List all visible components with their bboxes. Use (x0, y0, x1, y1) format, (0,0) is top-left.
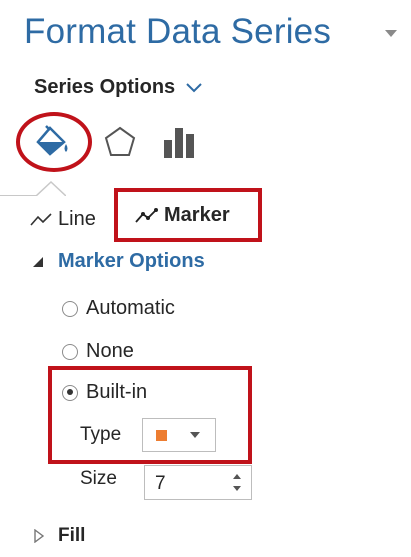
radio-builtin-label: Built-in (86, 381, 148, 403)
marker-size-value: 7 (155, 473, 166, 494)
expand-triangle-icon (34, 529, 44, 543)
size-label: Size (80, 468, 117, 489)
radio-automatic-label: Automatic (86, 297, 175, 319)
pane-title: Format Data Series (24, 12, 332, 51)
tab-divider-left (0, 195, 36, 196)
series-options-label: Series Options (34, 76, 176, 98)
radio-builtin-circle[interactable] (62, 384, 78, 401)
collapse-triangle-icon (33, 256, 43, 267)
marker-type-swatch (156, 429, 167, 441)
radio-automatic[interactable]: Automatic (62, 297, 175, 320)
series-options-bars-icon[interactable] (160, 124, 200, 160)
fill-line-icon[interactable] (32, 122, 72, 162)
radio-none[interactable]: None (62, 340, 134, 363)
tab-line-label: Line (58, 208, 96, 230)
line-icon (30, 212, 52, 226)
active-tab-pointer (36, 180, 66, 196)
fill-section-label: Fill (58, 525, 86, 546)
effects-pentagon-icon[interactable] (102, 124, 138, 160)
radio-automatic-circle[interactable] (62, 300, 78, 317)
series-options-dropdown[interactable]: Series Options (34, 76, 203, 99)
marker-line-icon (135, 207, 158, 223)
chevron-down-icon (186, 82, 202, 92)
fill-section-header[interactable]: Fill (34, 525, 85, 547)
marker-options-label: Marker Options (58, 250, 205, 272)
marker-options-header[interactable]: Marker Options (32, 250, 205, 273)
tab-line[interactable]: Line (30, 208, 96, 231)
radio-builtin[interactable]: Built-in (62, 381, 147, 404)
chevron-down-icon (190, 432, 200, 438)
spinner-down-icon[interactable] (232, 485, 242, 492)
format-category-tabs (14, 110, 264, 174)
marker-type-dropdown[interactable] (142, 418, 216, 452)
radio-none-circle[interactable] (62, 343, 78, 360)
tab-marker[interactable]: Marker (134, 204, 230, 227)
tab-marker-label: Marker (164, 204, 230, 226)
marker-size-spinner[interactable]: 7 (144, 465, 252, 500)
spinner-up-icon[interactable] (232, 473, 242, 480)
type-label: Type (80, 424, 122, 445)
radio-none-label: None (86, 340, 134, 362)
pane-options-dropdown-icon[interactable] (385, 30, 397, 37)
